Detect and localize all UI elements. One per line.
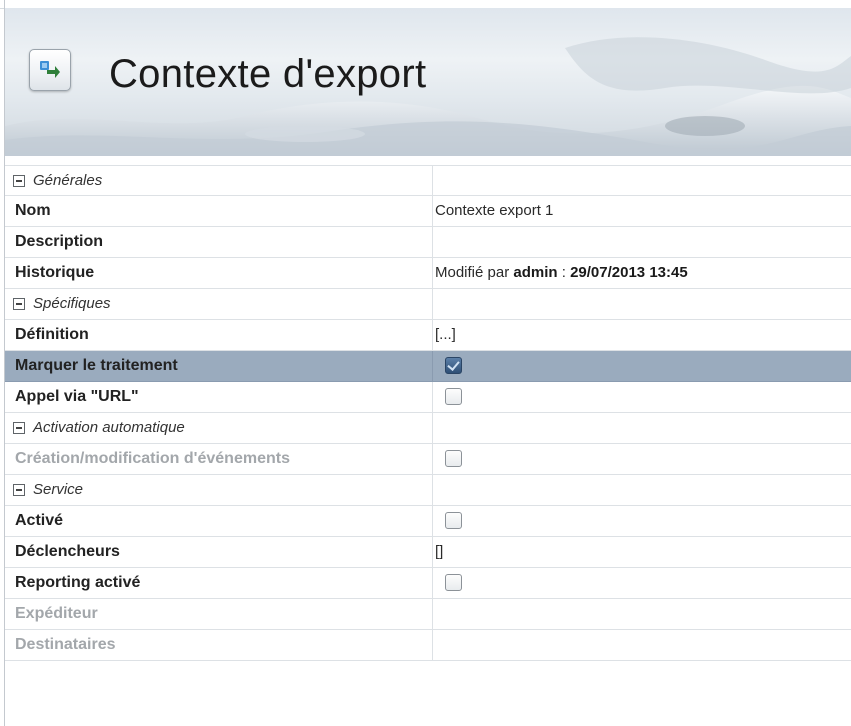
property-row-marquer[interactable]: Marquer le traitement xyxy=(5,351,851,382)
appel-url-checkbox[interactable] xyxy=(445,388,462,405)
historique-separator: : xyxy=(557,264,571,281)
nom-value[interactable]: Contexte export 1 xyxy=(435,196,553,226)
section-specifiques[interactable]: Spécifiques xyxy=(5,289,851,320)
creation-modification-checkbox[interactable] xyxy=(445,450,462,467)
reporting-checkbox[interactable] xyxy=(445,574,462,591)
property-label: Reporting activé xyxy=(15,574,141,591)
section-label: Service xyxy=(33,481,84,498)
declencheurs-value[interactable]: [] xyxy=(435,537,443,567)
marquer-checkbox[interactable] xyxy=(445,357,462,374)
property-row-reporting[interactable]: Reporting activé xyxy=(5,568,851,599)
property-row-declencheurs[interactable]: Déclencheurs [] xyxy=(5,537,851,568)
property-row-description[interactable]: Description xyxy=(5,227,851,258)
property-row-active[interactable]: Activé xyxy=(5,506,851,537)
historique-user: admin xyxy=(513,264,558,281)
property-row-creation-modification[interactable]: Création/modification d'événements xyxy=(5,444,851,475)
property-label: Déclencheurs xyxy=(15,543,120,560)
section-label: Spécifiques xyxy=(33,295,111,312)
property-row-destinataires[interactable]: Destinataires xyxy=(5,630,851,661)
property-label: Nom xyxy=(15,202,51,219)
export-context-icon xyxy=(29,49,71,91)
section-activation[interactable]: Activation automatique xyxy=(5,413,851,444)
section-service[interactable]: Service xyxy=(5,475,851,506)
property-row-nom[interactable]: Nom Contexte export 1 xyxy=(5,196,851,227)
section-generales[interactable]: Générales xyxy=(5,165,851,196)
collapse-icon[interactable] xyxy=(13,422,25,434)
property-label: Destinataires xyxy=(15,636,116,653)
property-label: Marquer le traitement xyxy=(15,357,178,374)
collapse-icon[interactable] xyxy=(13,175,25,187)
collapse-icon[interactable] xyxy=(13,298,25,310)
section-label: Générales xyxy=(33,172,103,189)
property-row-historique[interactable]: Historique Modifié par admin : 29/07/201… xyxy=(5,258,851,289)
property-label: Historique xyxy=(15,264,95,281)
property-grid: Générales Nom Contexte export 1 Descript… xyxy=(5,165,851,661)
property-label: Appel via "URL" xyxy=(15,388,139,405)
property-label: Expéditeur xyxy=(15,605,98,622)
page-title: Contexte d'export xyxy=(109,52,427,96)
section-label: Activation automatique xyxy=(33,419,185,436)
property-row-appel-url[interactable]: Appel via "URL" xyxy=(5,382,851,413)
property-row-definition[interactable]: Définition [...] xyxy=(5,320,851,351)
property-label: Activé xyxy=(15,512,64,529)
historique-prefix: Modifié par xyxy=(435,264,514,281)
property-label: Création/modification d'événements xyxy=(15,450,290,467)
definition-value[interactable]: [...] xyxy=(435,320,456,350)
active-checkbox[interactable] xyxy=(445,512,462,529)
property-row-expediteur[interactable]: Expéditeur xyxy=(5,599,851,630)
collapse-icon[interactable] xyxy=(13,484,25,496)
historique-date: 29/07/2013 13:45 xyxy=(570,264,688,281)
page-header: Contexte d'export xyxy=(5,8,851,156)
property-label: Définition xyxy=(15,326,89,343)
historique-value: Modifié par admin : 29/07/2013 13:45 xyxy=(435,258,688,288)
property-label: Description xyxy=(15,233,104,250)
